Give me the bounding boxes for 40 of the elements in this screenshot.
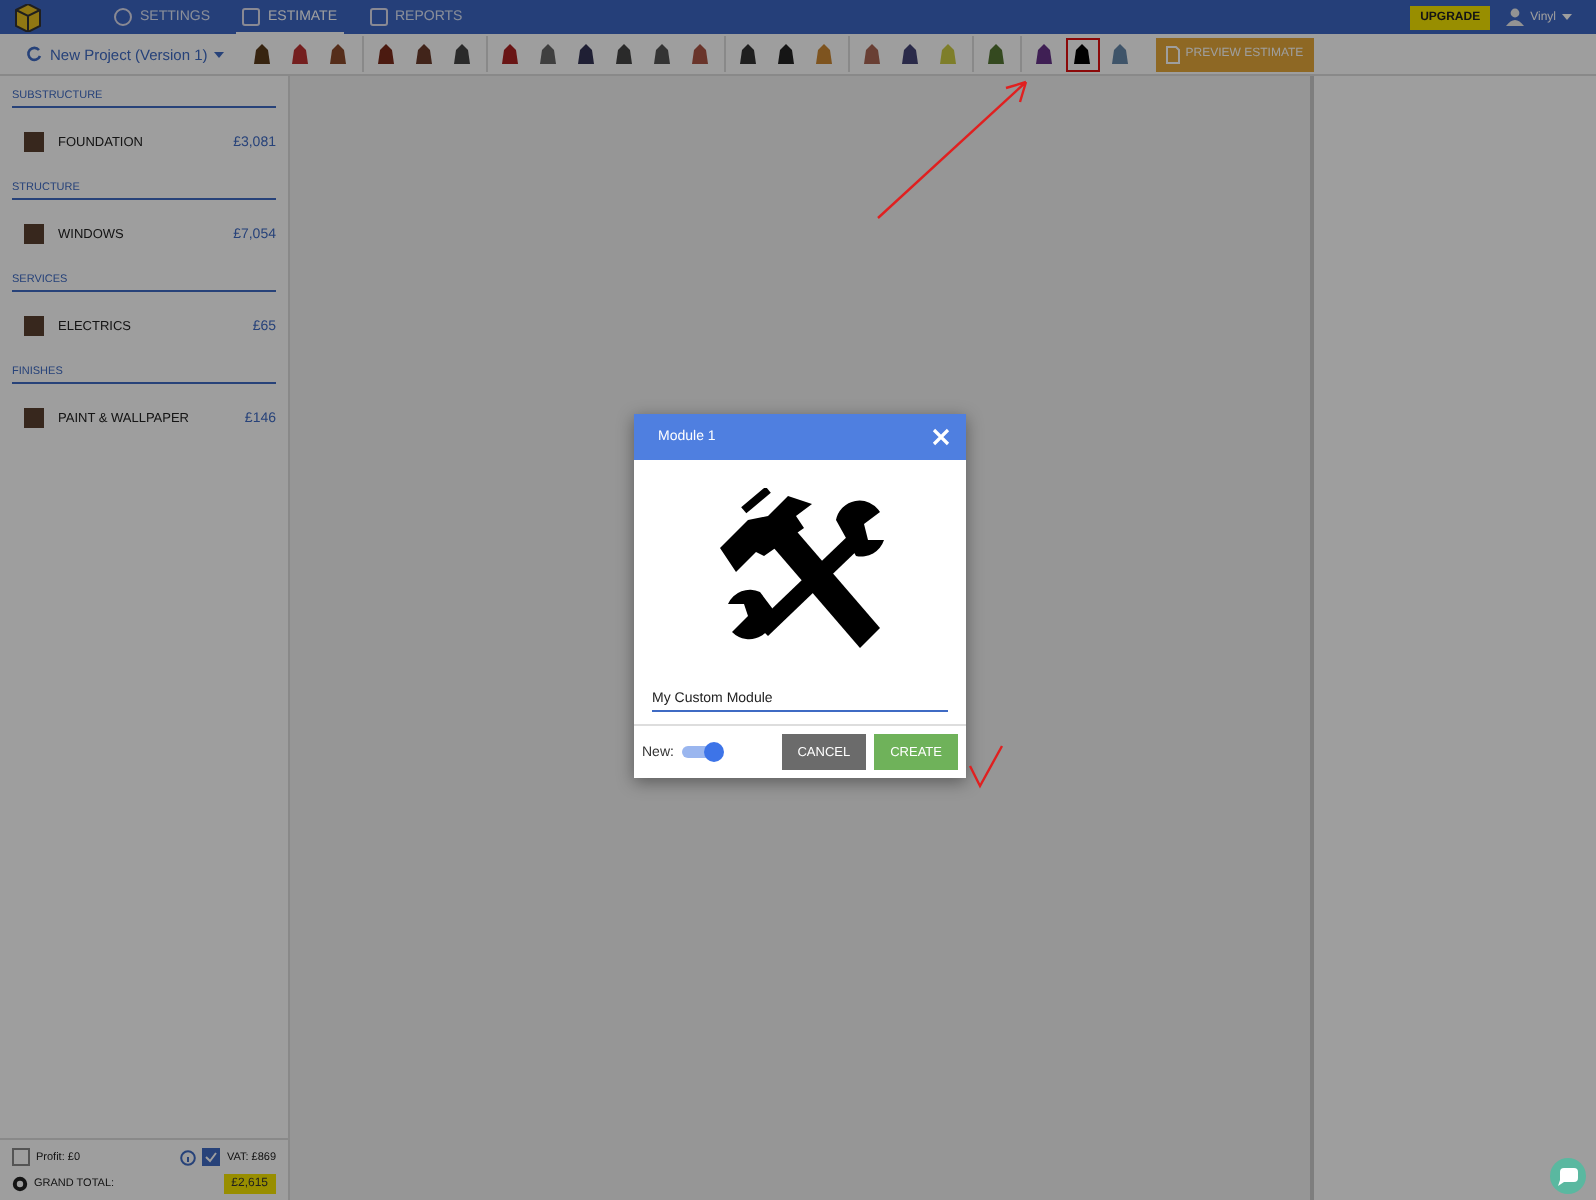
tool-icon [574, 42, 599, 66]
tool-button[interactable] [1065, 37, 1100, 71]
new-toggle[interactable] [681, 746, 722, 758]
tool-icon [450, 42, 475, 66]
tool-icon [250, 42, 275, 66]
tool-icon [812, 42, 837, 66]
tool-icon [374, 42, 399, 66]
tool-icon [612, 42, 637, 66]
tool-icon [936, 42, 961, 66]
check-mark-drawing [968, 742, 1004, 790]
category-icon [20, 220, 48, 248]
tool-icon [984, 42, 1009, 66]
cube-logo-icon [12, 3, 44, 31]
tool-icon [898, 42, 923, 66]
close-icon [932, 428, 950, 446]
caret-icon [1562, 14, 1572, 20]
tool-icon [650, 42, 675, 66]
category-icon [20, 404, 48, 432]
profit-checkbox[interactable] [12, 1148, 30, 1166]
tool-icon [860, 42, 885, 66]
tool-icon [1070, 42, 1095, 66]
tool-icon [774, 42, 799, 66]
user-icon [1506, 8, 1525, 26]
vat-checkbox[interactable] [202, 1148, 221, 1166]
tool-icon [288, 42, 313, 66]
tool-icon [1032, 42, 1057, 66]
tool-icon [326, 42, 351, 66]
info-icon[interactable] [180, 1149, 197, 1165]
tool-icon [1108, 42, 1133, 66]
close-button[interactable] [932, 428, 950, 446]
category-icon [20, 128, 48, 156]
tool-icon [736, 42, 761, 66]
caret-icon [213, 51, 224, 57]
tool-icon [688, 42, 713, 66]
chat-bubble-icon [1558, 1167, 1578, 1185]
tool-icon [536, 42, 561, 66]
tool-icon [412, 42, 437, 66]
category-icon [20, 312, 48, 340]
refresh-icon [26, 46, 42, 62]
tool-icon [498, 42, 523, 66]
